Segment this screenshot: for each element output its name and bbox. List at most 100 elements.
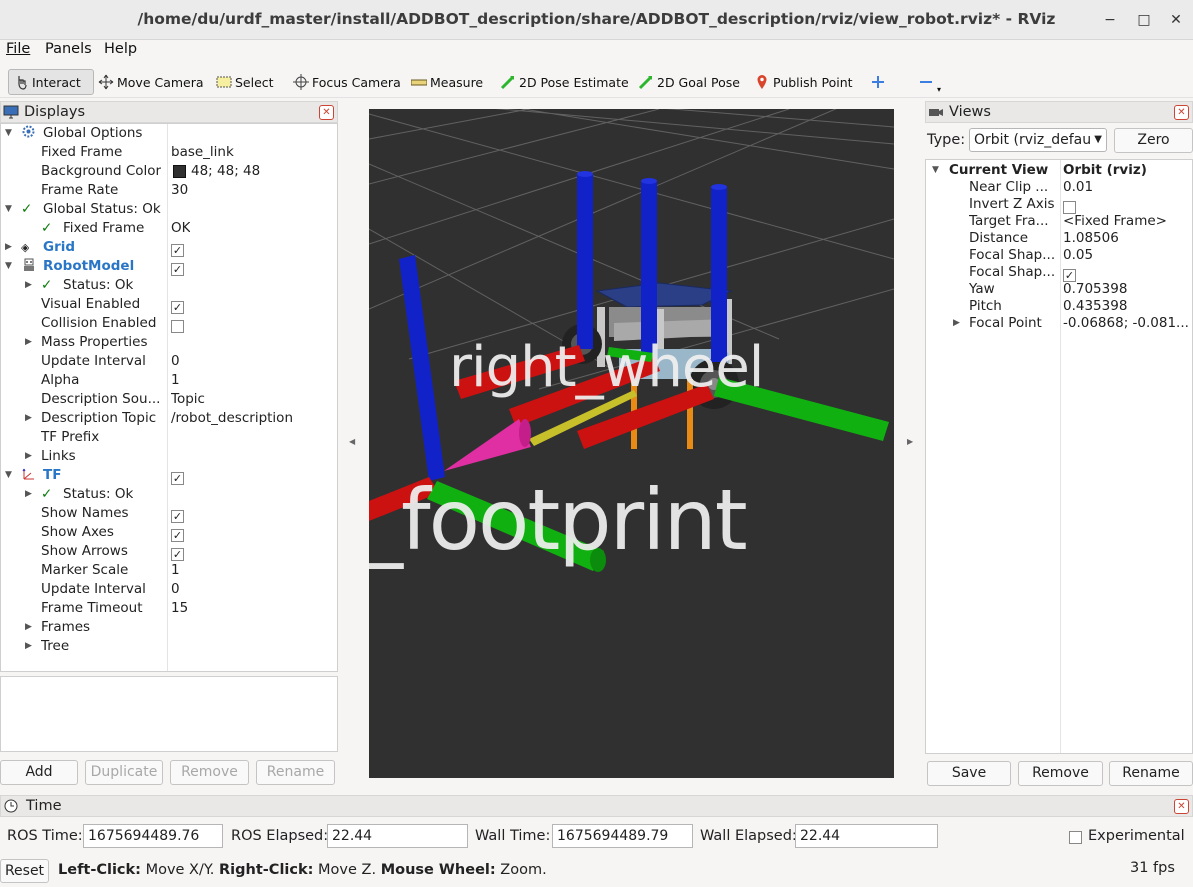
- collapse-arrow-icon[interactable]: ▼: [5, 466, 12, 485]
- focus-camera-tool-button[interactable]: Focus Camera: [293, 69, 401, 95]
- hint-wheel: Mouse Wheel:: [380, 862, 496, 878]
- menu-panels[interactable]: Panels: [45, 41, 92, 57]
- close-time-button[interactable]: ✕: [1174, 799, 1189, 814]
- expand-arrow-icon[interactable]: ▶: [953, 314, 960, 333]
- interact-tool-button[interactable]: Interact: [8, 69, 94, 95]
- row-label: Fixed Frame: [63, 220, 145, 236]
- row-label: Update Interval: [41, 353, 146, 369]
- color-swatch[interactable]: [173, 165, 186, 178]
- goal-pose-tool-button[interactable]: 2D Goal Pose: [638, 69, 740, 95]
- expand-arrow-icon[interactable]: ▶: [25, 447, 32, 466]
- save-view-button[interactable]: Save: [927, 761, 1011, 786]
- display-row[interactable]: ▼ Global Options: [1, 124, 337, 143]
- wall-elapsed-field[interactable]: 22.44: [795, 824, 938, 848]
- display-row[interactable]: Show Arrows ✓: [1, 542, 337, 561]
- display-row[interactable]: ▶ Mass Properties: [1, 333, 337, 352]
- collapse-arrow-icon[interactable]: ▼: [5, 124, 12, 143]
- expand-arrow-icon[interactable]: ▶: [25, 333, 32, 352]
- display-row[interactable]: ▶ Frames: [1, 618, 337, 637]
- expand-arrow-icon[interactable]: ▶: [25, 485, 32, 504]
- expand-arrow-icon[interactable]: ▶: [25, 637, 32, 656]
- display-row[interactable]: ▶ Description Topic/robot_description: [1, 409, 337, 428]
- 3d-viewport[interactable]: right_wheel _footprint: [369, 109, 894, 778]
- experimental-checkbox[interactable]: [1069, 829, 1082, 845]
- display-row[interactable]: ▼ RobotModel ✓: [1, 257, 337, 276]
- reset-button[interactable]: Reset: [0, 859, 49, 883]
- display-row[interactable]: Background Color 48; 48; 48: [1, 162, 337, 181]
- display-row[interactable]: ▶ ✓ Status: Ok: [1, 276, 337, 295]
- move-camera-tool-button[interactable]: Move Camera: [98, 69, 204, 95]
- display-row[interactable]: Collision Enabled: [1, 314, 337, 333]
- maximize-button[interactable]: □: [1132, 8, 1156, 32]
- row-value[interactable]: 1: [171, 371, 180, 390]
- display-row[interactable]: ▶ ✓ Status: Ok: [1, 485, 337, 504]
- wall-time-field[interactable]: 1675694489.79: [552, 824, 693, 848]
- zero-view-button[interactable]: Zero: [1114, 128, 1193, 153]
- view-row[interactable]: ▶ Focal Point -0.06868; -0.081...: [926, 314, 1192, 333]
- remove-tool-button[interactable]: ▾: [918, 69, 941, 95]
- display-row[interactable]: Description Sou... Topic: [1, 390, 337, 409]
- display-row[interactable]: ▶ Tree: [1, 637, 337, 656]
- expand-arrow-icon[interactable]: ▶: [25, 618, 32, 637]
- row-value[interactable]: 48; 48; 48: [191, 162, 260, 181]
- display-row[interactable]: Frame Timeout 15: [1, 599, 337, 618]
- row-value[interactable]: 15: [171, 599, 188, 618]
- duplicate-display-button[interactable]: Duplicate: [85, 760, 163, 785]
- right-splitter-arrow-icon[interactable]: ▶: [907, 437, 913, 446]
- ros-time-field[interactable]: 1675694489.76: [83, 824, 223, 848]
- minimize-button[interactable]: −: [1098, 8, 1122, 32]
- close-window-button[interactable]: ✕: [1164, 8, 1188, 32]
- display-row[interactable]: Marker Scale 1: [1, 561, 337, 580]
- row-value[interactable]: -0.06868; -0.081...: [1063, 314, 1190, 333]
- grid-icon: ◈: [21, 241, 30, 254]
- row-value[interactable]: Topic: [171, 390, 205, 409]
- window-title: /home/du/urdf_master/install/ADDBOT_desc…: [137, 10, 1056, 28]
- select-tool-button[interactable]: Select: [216, 69, 274, 95]
- remove-display-button[interactable]: Remove: [170, 760, 249, 785]
- rename-display-button[interactable]: Rename: [256, 760, 335, 785]
- collapse-arrow-icon[interactable]: ▼: [5, 200, 12, 219]
- ros-elapsed-field[interactable]: 22.44: [327, 824, 468, 848]
- add-display-button[interactable]: Add: [0, 760, 78, 785]
- display-row[interactable]: Show Axes ✓: [1, 523, 337, 542]
- pose-estimate-tool-button[interactable]: 2D Pose Estimate: [500, 69, 629, 95]
- row-label: Description Sou...: [41, 391, 161, 407]
- left-splitter-arrow-icon[interactable]: ◀: [349, 437, 355, 446]
- expand-arrow-icon[interactable]: ▶: [25, 276, 32, 295]
- expand-arrow-icon[interactable]: ▶: [25, 409, 32, 428]
- expand-arrow-icon[interactable]: ▶: [5, 238, 12, 257]
- publish-point-tool-button[interactable]: Publish Point: [754, 69, 853, 95]
- display-row[interactable]: Alpha 1: [1, 371, 337, 390]
- display-row[interactable]: ▶ ◈ Grid ✓: [1, 238, 337, 257]
- close-views-button[interactable]: ✕: [1174, 105, 1189, 120]
- display-row[interactable]: Update Interval 0: [1, 580, 337, 599]
- row-value[interactable]: 1: [171, 561, 180, 580]
- displays-panel: Displays ✕ ▼ Global Options Fixed Frame ba…: [0, 101, 338, 785]
- row-label: Grid: [43, 239, 76, 255]
- remove-view-button[interactable]: Remove: [1018, 761, 1103, 786]
- row-value[interactable]: /robot_description: [171, 409, 293, 428]
- display-row[interactable]: ▼ TF ✓: [1, 466, 337, 485]
- row-value[interactable]: base_link: [171, 143, 234, 162]
- display-row[interactable]: ▼ ✓ Global Status: Ok: [1, 200, 337, 219]
- row-value[interactable]: 0: [171, 352, 180, 371]
- display-row[interactable]: Fixed Frame base_link: [1, 143, 337, 162]
- collapse-arrow-icon[interactable]: ▼: [5, 257, 12, 276]
- display-row[interactable]: Frame Rate 30: [1, 181, 337, 200]
- row-value[interactable]: 0: [171, 580, 180, 599]
- measure-tool-button[interactable]: Measure: [410, 69, 483, 95]
- display-row[interactable]: TF Prefix: [1, 428, 337, 447]
- display-row[interactable]: Visual Enabled ✓: [1, 295, 337, 314]
- rename-view-button[interactable]: Rename: [1109, 761, 1193, 786]
- add-tool-button[interactable]: [870, 69, 889, 95]
- view-type-select[interactable]: Orbit (rviz_defau ▼: [969, 128, 1107, 152]
- display-row[interactable]: Update Interval 0: [1, 352, 337, 371]
- row-value[interactable]: 30: [171, 181, 188, 200]
- display-row[interactable]: Show Names ✓: [1, 504, 337, 523]
- menu-bar: File Panels Help: [0, 40, 1193, 62]
- menu-help[interactable]: Help: [104, 41, 137, 57]
- menu-file[interactable]: File: [6, 41, 30, 57]
- close-displays-button[interactable]: ✕: [319, 105, 334, 120]
- display-row[interactable]: ✓ Fixed Frame OK: [1, 219, 337, 238]
- display-row[interactable]: ▶ Links: [1, 447, 337, 466]
